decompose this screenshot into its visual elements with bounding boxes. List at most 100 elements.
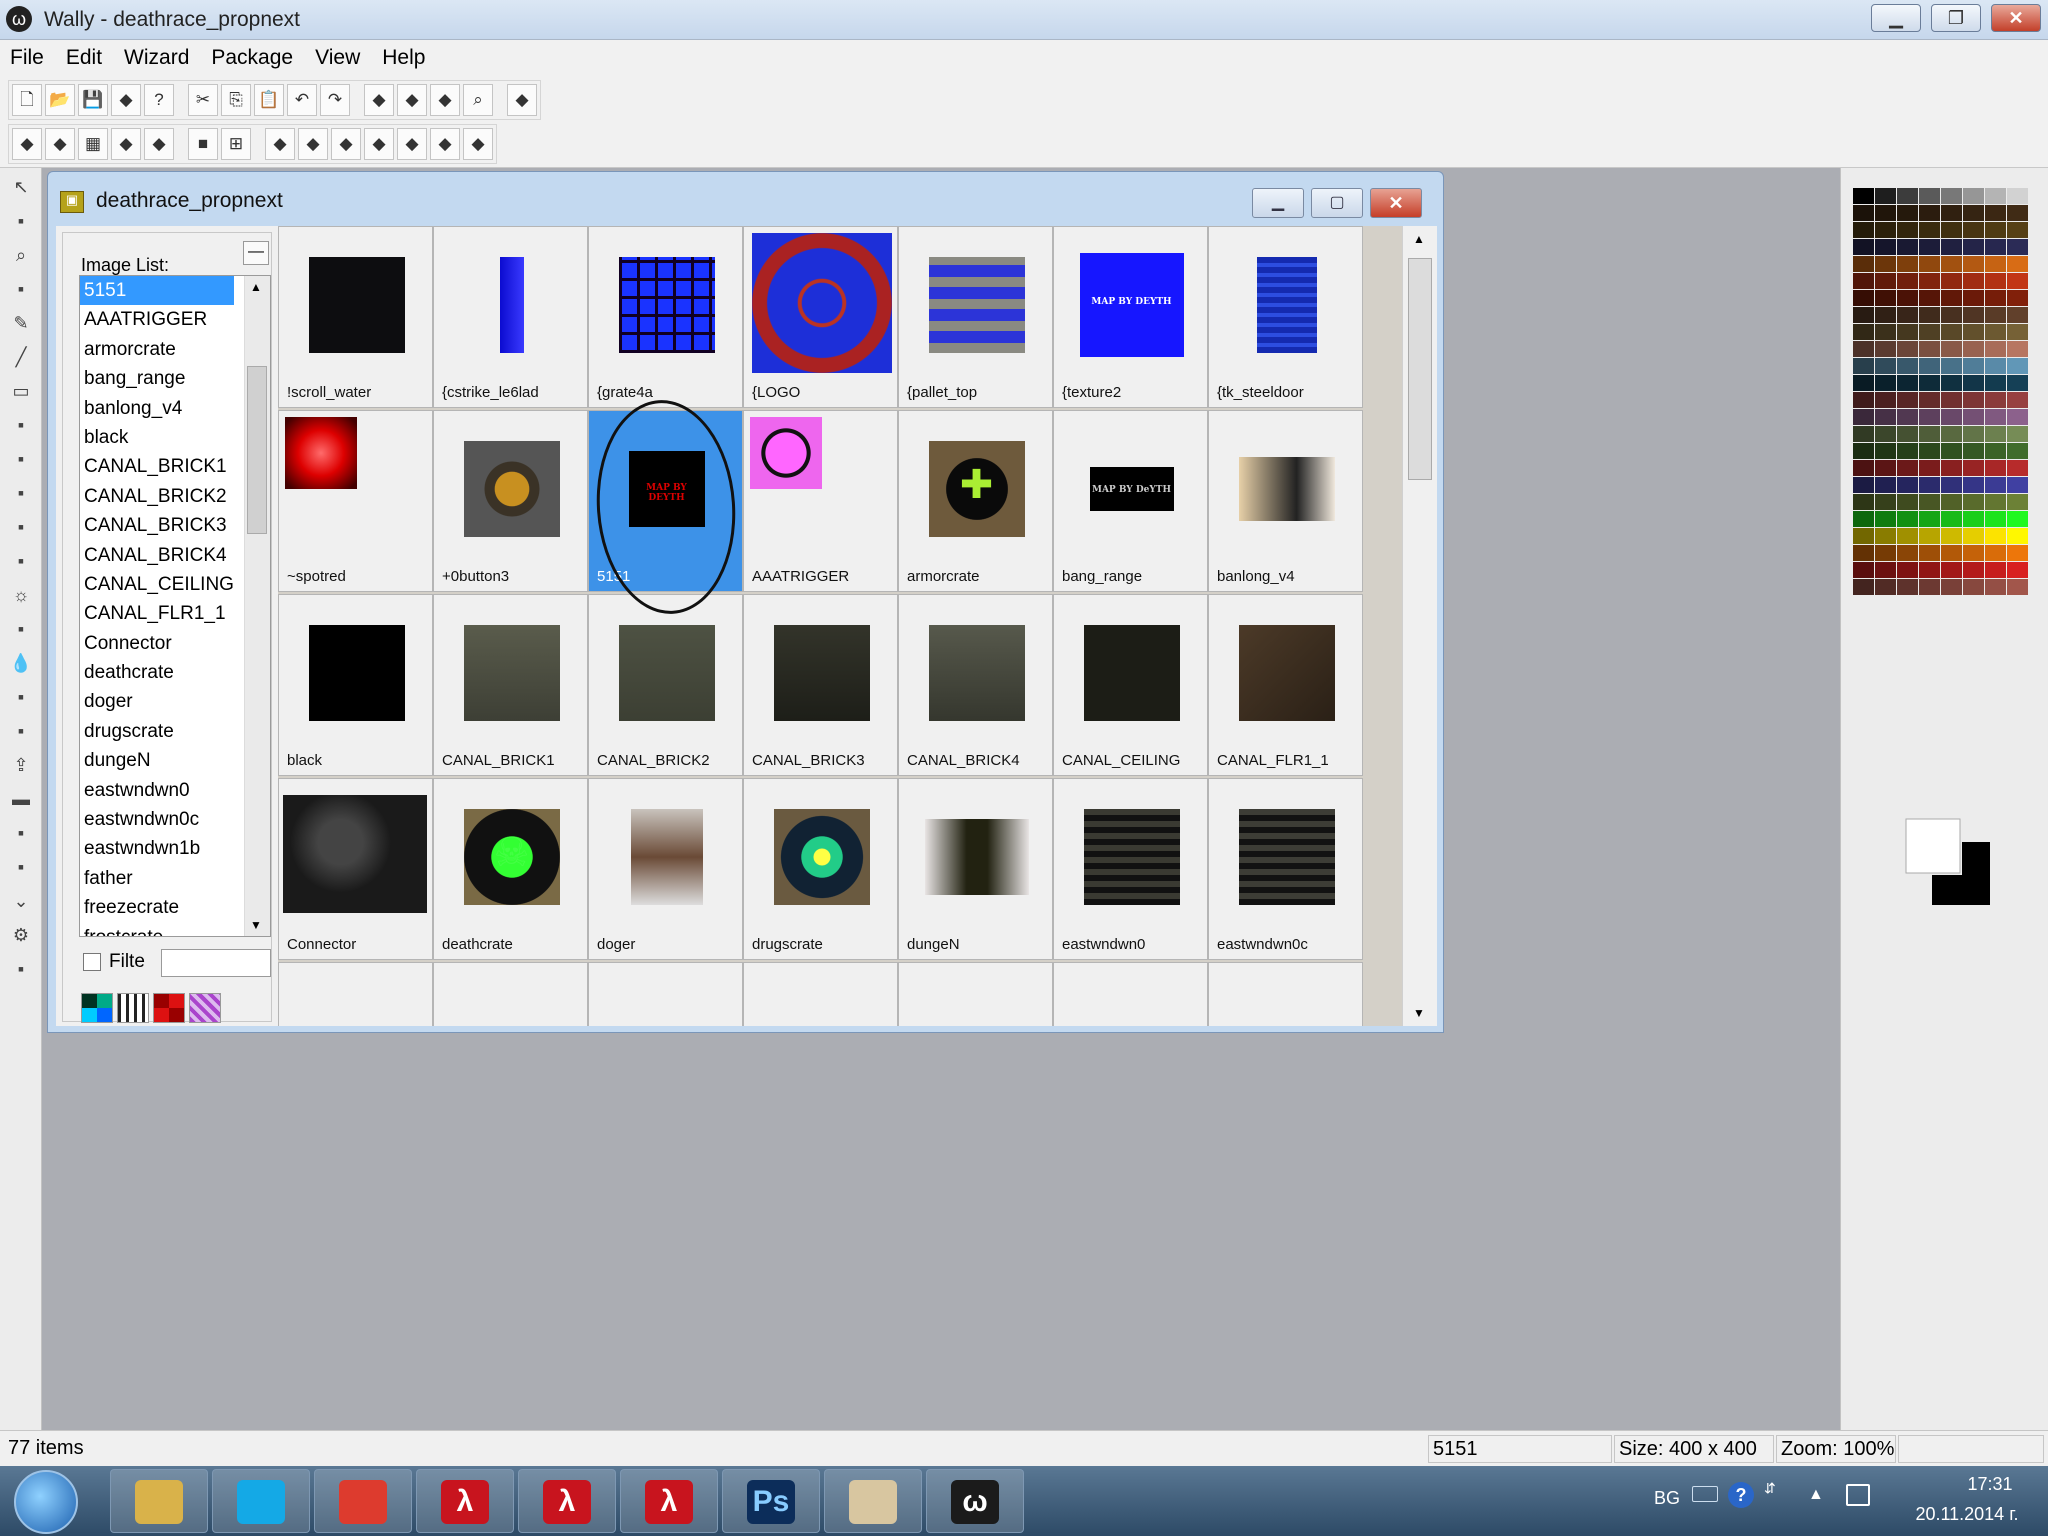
palette-swatch[interactable] <box>1875 443 1896 459</box>
zoom-icon[interactable]: ⌕ <box>463 84 493 116</box>
palette-swatch[interactable] <box>1963 460 1984 476</box>
magnifier-icon[interactable]: ⌕ <box>5 240 37 270</box>
scroll-up-arrow-icon[interactable]: ▲ <box>250 280 262 294</box>
palette-swatch[interactable] <box>1875 511 1896 527</box>
browse-icon[interactable]: ◆ <box>364 84 394 116</box>
palette-swatch[interactable] <box>1853 188 1874 204</box>
palette-swatch[interactable] <box>1853 426 1874 442</box>
wad-icon[interactable]: ◆ <box>111 84 141 116</box>
palette-swatch[interactable] <box>1941 545 1962 561</box>
language-indicator[interactable]: BG <box>1654 1488 1680 1509</box>
palette-swatch[interactable] <box>1941 477 1962 493</box>
menu-wizard[interactable]: Wizard <box>124 46 189 70</box>
texture-tile[interactable]: CANAL_FLR1_1 <box>1208 594 1363 776</box>
palette-swatch[interactable] <box>1919 341 1940 357</box>
eraser-icon[interactable]: ▭ <box>5 376 37 406</box>
palette-swatch[interactable] <box>1985 562 2006 578</box>
palette-swatch[interactable] <box>1963 545 1984 561</box>
scroll-up-arrow-icon[interactable]: ▲ <box>1413 232 1425 246</box>
list-item[interactable]: 5151 <box>80 276 234 306</box>
palette-swatch[interactable] <box>1897 341 1918 357</box>
texture-tile[interactable]: +0button3 <box>433 410 588 592</box>
palette-swatch[interactable] <box>1963 409 1984 425</box>
fill-icon[interactable]: ▪ <box>5 410 37 440</box>
list-item[interactable]: dungeN <box>80 746 234 775</box>
child-maximize-button[interactable]: ▢ <box>1311 188 1363 218</box>
taskbar-app-button[interactable]: Ps <box>722 1469 820 1533</box>
palette-swatch[interactable] <box>1875 307 1896 323</box>
browse-multi-icon[interactable]: ◆ <box>430 84 460 116</box>
list-item[interactable]: doger <box>80 687 234 716</box>
palette-swatch[interactable] <box>2007 205 2028 221</box>
palette-swatch[interactable] <box>1963 205 1984 221</box>
palette-swatch[interactable] <box>1875 545 1896 561</box>
palette-swatch[interactable] <box>1875 409 1896 425</box>
image-list-scrollbar[interactable]: ▲ ▼ <box>244 276 270 936</box>
texture-tile[interactable]: MAP BY DEYTH {texture2 <box>1053 226 1208 408</box>
texture-tile[interactable]: {cstrike_le6lad <box>433 226 588 408</box>
copy-icon[interactable]: ⎘ <box>221 84 251 116</box>
palette-swatch[interactable] <box>1985 205 2006 221</box>
texture-tile[interactable]: !scroll_water <box>278 226 433 408</box>
palette-swatch[interactable] <box>1941 460 1962 476</box>
list-item[interactable]: AAATRIGGER <box>80 305 234 334</box>
grid-lines-icon[interactable]: ⊞ <box>221 128 251 160</box>
palette-swatch[interactable] <box>1963 392 1984 408</box>
list-item[interactable]: CANAL_BRICK2 <box>80 482 234 511</box>
taskbar-app-button[interactable]: λ <box>416 1469 514 1533</box>
palette-swatch[interactable] <box>1919 205 1940 221</box>
texture-tile[interactable] <box>433 962 588 1026</box>
palette-swatch[interactable] <box>1963 426 1984 442</box>
sun-icon[interactable]: ☼ <box>5 580 37 610</box>
filter-input[interactable] <box>161 949 271 977</box>
palette-swatch[interactable] <box>1919 477 1940 493</box>
palette-swatch[interactable] <box>1941 528 1962 544</box>
cut-icon[interactable]: ✂ <box>188 84 218 116</box>
texture-tile[interactable] <box>278 962 433 1026</box>
palette-swatch[interactable] <box>1897 460 1918 476</box>
palette-swatch[interactable] <box>1919 528 1940 544</box>
tool-f-icon[interactable]: ◆ <box>430 128 460 160</box>
palette-swatch[interactable] <box>1875 239 1896 255</box>
palette-swatch[interactable] <box>1963 324 1984 340</box>
taskbar-app-button[interactable] <box>314 1469 412 1533</box>
texture-tile[interactable] <box>898 962 1053 1026</box>
palette-swatch[interactable] <box>1963 273 1984 289</box>
palette-swatch[interactable] <box>1853 324 1874 340</box>
bar-icon[interactable]: ▬ <box>5 784 37 814</box>
palette-swatch[interactable] <box>1897 426 1918 442</box>
palette-swatch[interactable] <box>1919 494 1940 510</box>
palette-swatch[interactable] <box>1853 273 1874 289</box>
palette-swatch[interactable] <box>1875 562 1896 578</box>
texture-tile[interactable]: {pallet_top <box>898 226 1053 408</box>
palette-swatch[interactable] <box>2007 443 2028 459</box>
palette-swatch[interactable] <box>1919 222 1940 238</box>
palette-swatch[interactable] <box>1919 188 1940 204</box>
tool-g-icon[interactable]: ◆ <box>463 128 493 160</box>
texture-tile[interactable]: drugscrate <box>743 778 898 960</box>
palette-swatch[interactable] <box>1963 307 1984 323</box>
palette-swatch[interactable] <box>1941 562 1962 578</box>
start-button[interactable] <box>14 1470 78 1534</box>
palette-swatch[interactable] <box>1897 511 1918 527</box>
palette-swatch[interactable] <box>1897 562 1918 578</box>
detail-view-icon[interactable]: ◆ <box>45 128 75 160</box>
palette-swatch[interactable] <box>1875 426 1896 442</box>
palette-swatch[interactable] <box>1875 528 1896 544</box>
palette-swatch[interactable] <box>1963 358 1984 374</box>
thumbnail-view-icon[interactable] <box>81 993 113 1023</box>
palette-swatch[interactable] <box>1985 358 2006 374</box>
palette-swatch[interactable] <box>1919 290 1940 306</box>
texture-tile[interactable]: eastwndwn0 <box>1053 778 1208 960</box>
palette-swatch[interactable] <box>1985 511 2006 527</box>
wally-logo-icon[interactable]: ω <box>6 6 32 32</box>
gun-icon[interactable]: ▪ <box>5 852 37 882</box>
wizard-icon[interactable]: ◆ <box>507 84 537 116</box>
palette-swatch[interactable] <box>1897 375 1918 391</box>
texture-tile[interactable]: AAATRIGGER <box>743 410 898 592</box>
palette-swatch[interactable] <box>1941 290 1962 306</box>
palette-swatch[interactable] <box>1853 409 1874 425</box>
palette-swatch[interactable] <box>1853 477 1874 493</box>
palette-swatch[interactable] <box>1941 375 1962 391</box>
list-item[interactable]: Connector <box>80 629 234 658</box>
